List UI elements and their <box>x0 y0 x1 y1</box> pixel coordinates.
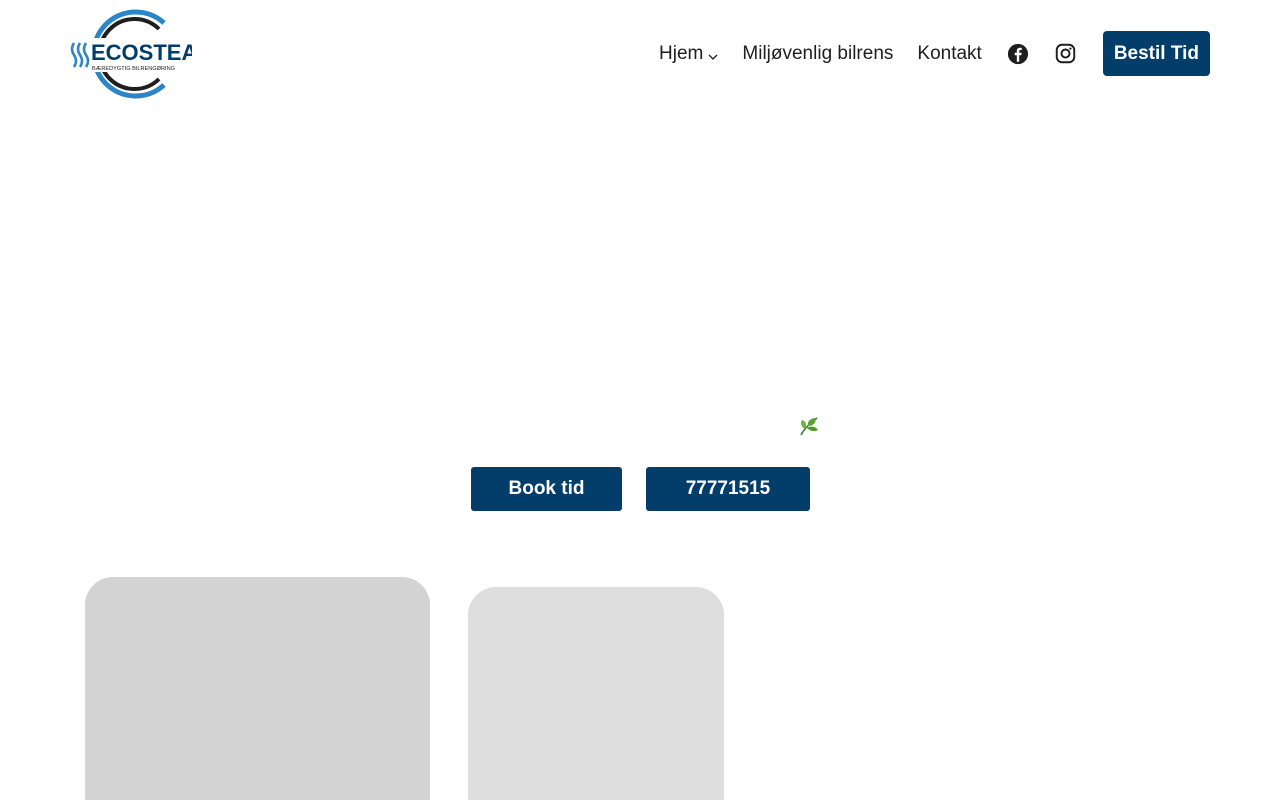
chevron-down-icon <box>708 44 718 66</box>
nav-item-miljovenlig-bilrens[interactable]: Miljøvenlig bilrens <box>742 43 893 65</box>
nav-item-hjem[interactable]: Hjem <box>659 41 718 66</box>
ecosteam-logo-icon: ECOSTEAM BÆREDYGTIG BILRENGØRING <box>70 9 192 99</box>
facebook-icon[interactable] <box>1006 42 1030 66</box>
bestil-tid-button[interactable]: Bestil Tid <box>1102 31 1210 76</box>
logo-wordmark: ECOSTEAM <box>91 40 192 65</box>
leaf-icon <box>798 415 820 437</box>
logo-tagline: BÆREDYGTIG BILRENGØRING <box>92 66 175 72</box>
phone-button[interactable]: 77771515 <box>646 467 810 511</box>
site-header: ECOSTEAM BÆREDYGTIG BILRENGØRING Hjem Mi… <box>0 0 1280 106</box>
book-tid-button[interactable]: Book tid <box>471 467 622 511</box>
image-card-placeholder <box>85 577 430 800</box>
nav-item-label: Miljøvenlig bilrens <box>742 42 894 64</box>
nav-item-label: Hjem <box>659 42 704 64</box>
main-nav: Hjem Miljøvenlig bilrens Kontakt Bestil … <box>659 31 1210 76</box>
nav-item-kontakt[interactable]: Kontakt <box>917 43 981 65</box>
instagram-icon[interactable] <box>1054 42 1078 66</box>
logo[interactable]: ECOSTEAM BÆREDYGTIG BILRENGØRING <box>68 9 192 99</box>
nav-item-label: Kontakt <box>917 42 982 64</box>
image-card-placeholder <box>468 587 724 800</box>
